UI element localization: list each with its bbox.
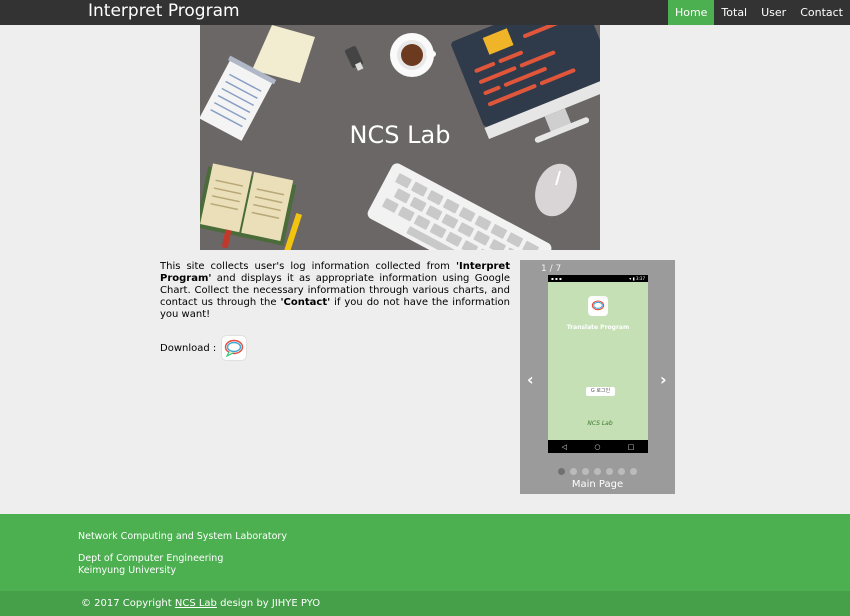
screenshot-slideshow: 1 / 7 ▪ ▪ ▪ ▾ ▮ 3:37 Translate Program G… (520, 260, 675, 494)
slide-caption: Main Page (571, 479, 624, 490)
phone-status-bar: ▪ ▪ ▪ ▾ ▮ 3:37 (548, 275, 648, 282)
prev-slide-button[interactable]: ‹ (527, 370, 534, 389)
slide-dots (520, 468, 675, 475)
phone-screenshot: ▪ ▪ ▪ ▾ ▮ 3:37 Translate Program G 로그인 N… (548, 275, 648, 453)
home-icon: ○ (594, 442, 601, 451)
slide-dot[interactable] (558, 468, 565, 475)
top-nav: Interpret Program Home Total User Contac… (0, 0, 850, 25)
hero-title: NCS Lab (349, 121, 451, 149)
hero-banner: NCS Lab (200, 25, 600, 250)
copyright-prefix: © 2017 Copyright (81, 598, 175, 609)
phone-nav-bar: ◁ ○ □ (548, 440, 648, 453)
description-text: This site collects user's log informatio… (160, 261, 456, 272)
phone-screen: Translate Program G 로그인 NCS Lab (548, 282, 648, 440)
nav-links: Home Total User Contact (667, 0, 850, 25)
slide-counter: 1 / 7 (541, 264, 562, 274)
copyright-suffix: design by JIHYE PYO (216, 598, 321, 609)
footer-department: Dept of Computer Engineering (78, 553, 224, 564)
footer-university: Keimyung University (78, 565, 177, 576)
slide-dot[interactable] (582, 468, 589, 475)
download-label: Download : (160, 342, 217, 354)
nav-user-link[interactable]: User (754, 0, 793, 25)
status-time: ▾ ▮ 3:37 (629, 276, 645, 281)
site-description: This site collects user's log informatio… (160, 261, 510, 321)
slide-dot[interactable] (606, 468, 613, 475)
ncs-lab-logo: NCS Lab (587, 420, 613, 427)
next-slide-button[interactable]: › (660, 370, 667, 389)
slide-dot[interactable] (570, 468, 577, 475)
nav-total-link[interactable]: Total (714, 0, 754, 25)
chat-bubble-icon[interactable] (222, 336, 247, 360)
footer: Network Computing and System Laboratory … (0, 514, 850, 591)
app-logo-icon (588, 296, 608, 316)
app-title: Translate Program (566, 324, 630, 331)
google-signin-button: G 로그인 (586, 387, 615, 396)
site-title[interactable]: Interpret Program (88, 0, 240, 25)
status-icons: ▪ ▪ ▪ (551, 276, 562, 281)
slide-dot[interactable] (594, 468, 601, 475)
footer-lab-name: Network Computing and System Laboratory (78, 531, 287, 542)
contact-name: 'Contact' (280, 297, 331, 308)
recent-apps-icon: □ (627, 442, 635, 451)
nav-contact-link[interactable]: Contact (793, 0, 850, 25)
ncs-lab-link[interactable]: NCS Lab (175, 598, 217, 609)
download-row: Download : (160, 335, 247, 361)
copyright-bar: © 2017 Copyright NCS Lab design by JIHYE… (0, 591, 850, 616)
slide-dot[interactable] (630, 468, 637, 475)
slide-dot[interactable] (618, 468, 625, 475)
nav-home-link[interactable]: Home (667, 0, 715, 25)
back-icon: ◁ (561, 442, 568, 451)
